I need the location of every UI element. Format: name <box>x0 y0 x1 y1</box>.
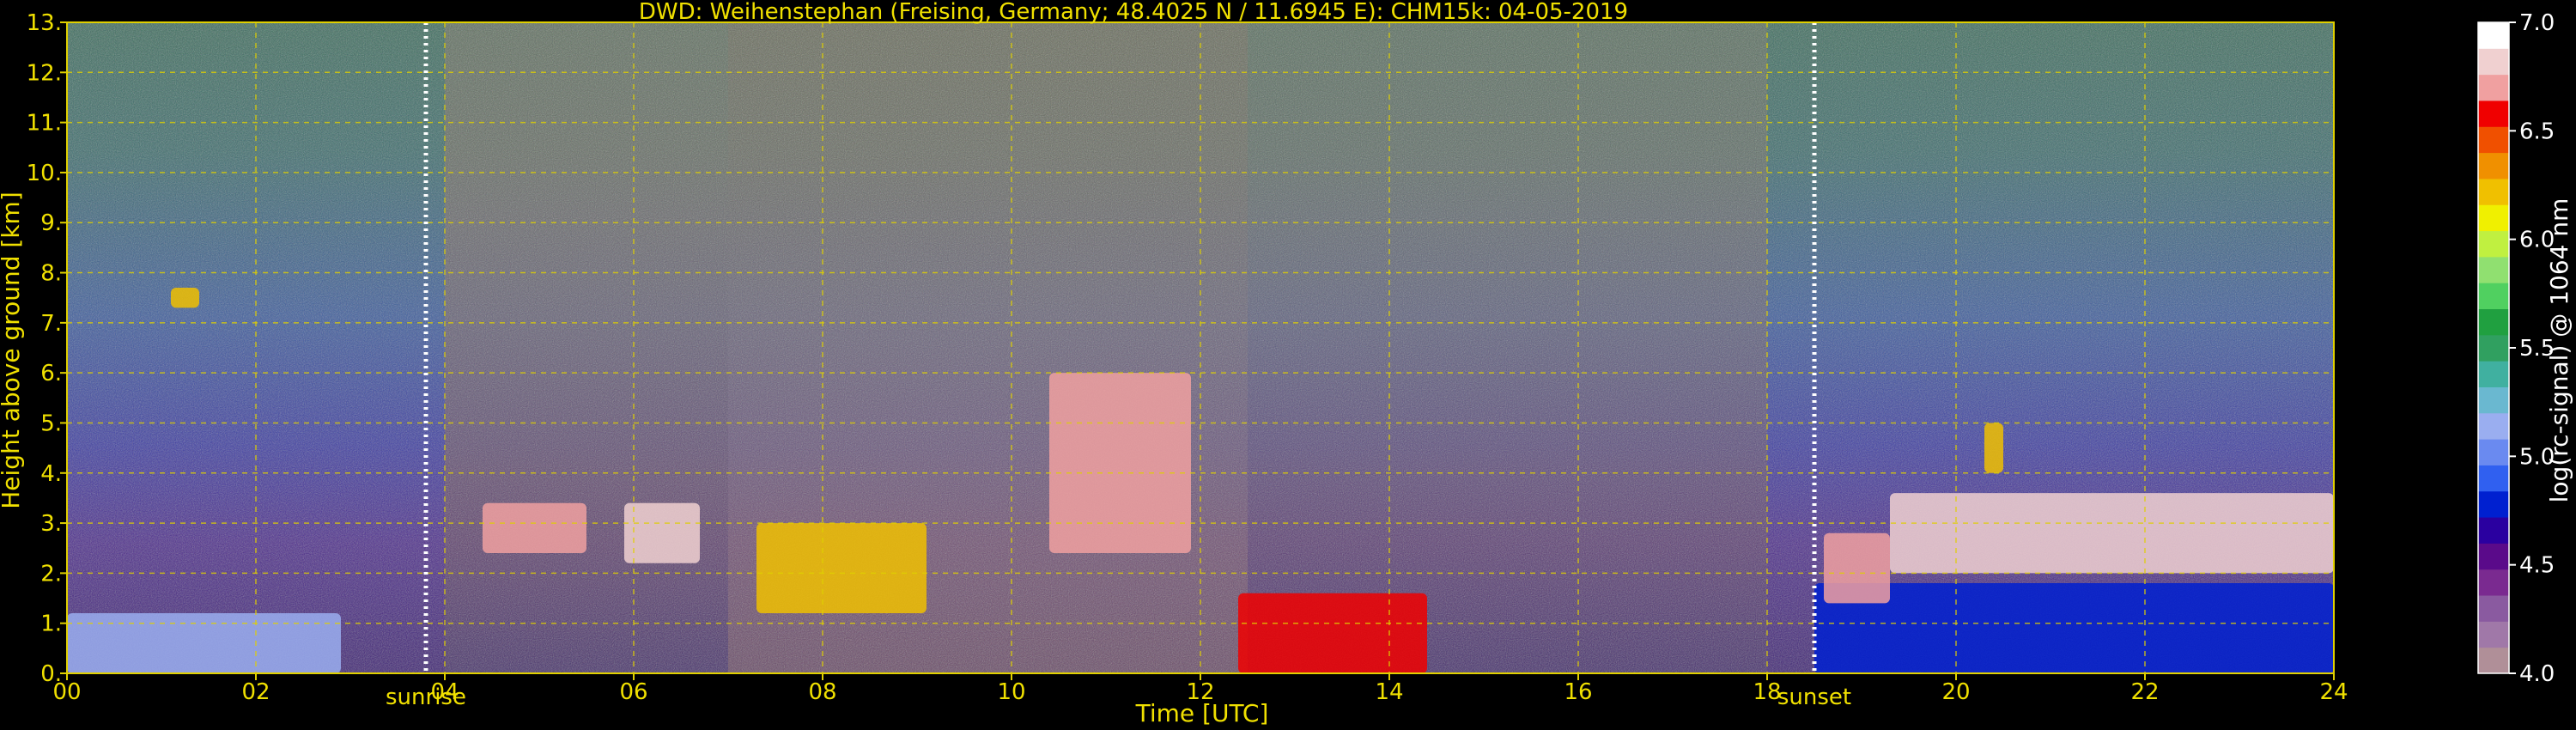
colorbar-swatch <box>2478 412 2509 440</box>
y-tick-label: 6. <box>40 361 62 386</box>
colorbar: 4.04.55.05.56.06.57.0 <box>2477 10 2555 687</box>
colorbar-swatch <box>2478 204 2509 232</box>
colorbar-swatch <box>2478 48 2509 76</box>
colorbar-swatch <box>2478 126 2509 154</box>
colorbar-swatch <box>2478 361 2509 387</box>
colorbar-swatch <box>2478 439 2509 465</box>
y-tick-label: 11. <box>27 111 62 137</box>
colorbar-tick-label: 6.5 <box>2519 119 2555 144</box>
y-tick-label: 9. <box>40 210 62 236</box>
y-tick-label: 13. <box>27 10 62 36</box>
y-tick-label: 5. <box>40 411 62 436</box>
y-tick-label: 10. <box>27 161 62 186</box>
chart-title: DWD: Weihenstephan (Freising, Germany; 4… <box>639 0 1628 25</box>
x-tick-label: 10 <box>997 679 1025 705</box>
colorbar-swatch <box>2478 490 2509 518</box>
x-axis-label: Time [UTC] <box>1135 699 1269 727</box>
y-tick-label: 12. <box>27 60 62 86</box>
colorbar-swatch <box>2478 334 2509 362</box>
x-tick-label: 16 <box>1564 679 1592 705</box>
cloud <box>171 288 199 308</box>
colorbar-swatch <box>2478 100 2509 127</box>
y-tick-label: 3. <box>40 511 62 537</box>
x-tick-label: 20 <box>1941 679 1970 705</box>
ceilometer-chart: 00 02 04 06 08 10 12 14 16 18 20 22 24 0. 1. 2. 3. 4. 5. 6.… <box>0 0 2576 730</box>
residual-layer <box>1814 583 2334 673</box>
x-tick-label: 14 <box>1375 679 1403 705</box>
y-tick-label: 8. <box>40 261 62 287</box>
x-tick-label: 08 <box>808 679 836 705</box>
cloud <box>756 523 927 614</box>
colorbar-swatch <box>2478 178 2509 205</box>
y-tick-label: 0. <box>40 661 62 687</box>
cloud <box>1049 373 1191 554</box>
colorbar-swatch <box>2478 465 2509 492</box>
colorbar-swatch <box>2478 22 2509 49</box>
colorbar-tick-label: 7.0 <box>2519 10 2555 36</box>
cloud <box>1824 532 1890 604</box>
colorbar-swatch <box>2478 230 2509 258</box>
colorbar-swatch <box>2478 152 2509 179</box>
x-tick-label: 24 <box>2319 679 2348 705</box>
colorbar-swatch <box>2478 308 2509 336</box>
cloud <box>1984 423 2003 473</box>
colorbar-swatch <box>2478 386 2509 414</box>
colorbar-swatch <box>2478 647 2509 674</box>
x-tick-label: 06 <box>619 679 647 705</box>
boundary-layer <box>67 613 341 673</box>
marker-label: sunrise <box>386 684 466 710</box>
colorbar-tick-label: 4.0 <box>2519 661 2555 687</box>
colorbar-swatch <box>2478 283 2509 310</box>
cloud <box>1238 593 1427 673</box>
cloud <box>483 502 586 554</box>
y-tick-label: 7. <box>40 311 62 337</box>
y-axis-label: Height above ground [km] <box>0 192 25 509</box>
marker-label: sunset <box>1777 684 1851 710</box>
y-tick-label: 4. <box>40 461 62 487</box>
colorbar-swatch <box>2478 74 2509 101</box>
colorbar-swatch <box>2478 621 2509 648</box>
colorbar-swatch <box>2478 569 2509 596</box>
y-tick-label: 1. <box>40 611 62 637</box>
colorbar-swatch <box>2478 595 2509 622</box>
cloud <box>624 502 700 563</box>
x-tick-label: 02 <box>241 679 270 705</box>
chart-svg: 00 02 04 06 08 10 12 14 16 18 20 22 240.1.2.3.4.5.6.… <box>0 0 2573 727</box>
y-tick-label: 2. <box>40 561 62 587</box>
colorbar-swatch <box>2478 517 2509 544</box>
colorbar-swatch <box>2478 543 2509 570</box>
colorbar-swatch <box>2478 256 2509 283</box>
colorbar-label: log(rc-signal) @ 1064 nm <box>2545 198 2573 503</box>
colorbar-tick-label: 4.5 <box>2519 553 2555 579</box>
x-tick-label: 22 <box>2130 679 2159 705</box>
